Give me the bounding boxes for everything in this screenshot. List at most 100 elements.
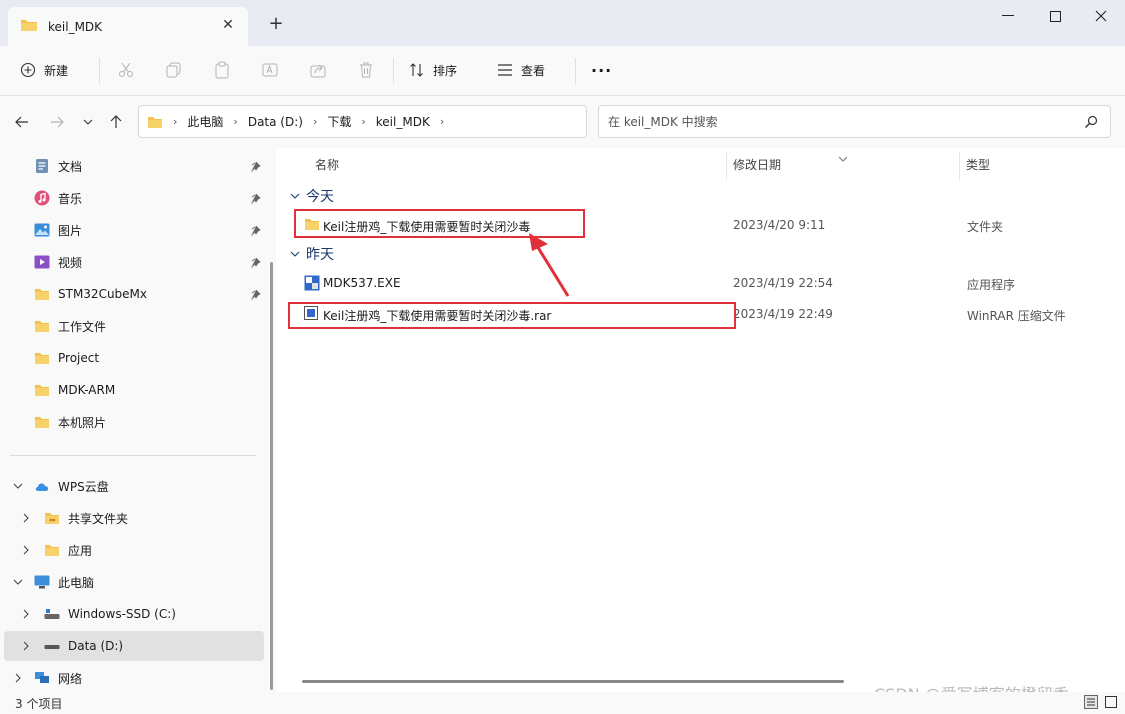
details-view-icon[interactable] xyxy=(1084,695,1098,712)
sidebar-item-label: 共享文件夹 xyxy=(68,511,129,526)
music-icon xyxy=(34,190,50,206)
sidebar-item-label: 此电脑 xyxy=(58,575,95,590)
copy-icon xyxy=(165,61,183,79)
rename-button[interactable] xyxy=(261,55,279,85)
chevron-right-icon[interactable]: › xyxy=(440,115,444,128)
pin-icon[interactable] xyxy=(250,257,261,271)
search-box[interactable] xyxy=(598,105,1111,138)
share-button[interactable] xyxy=(309,55,327,85)
sidebar-item-label: Data (D:) xyxy=(68,639,124,653)
divider xyxy=(393,58,394,84)
sidebar-scrollbar[interactable] xyxy=(270,262,273,690)
minimize-button[interactable] xyxy=(988,6,1028,26)
sidebar-item-documents[interactable]: 文档 xyxy=(34,151,266,181)
picture-icon xyxy=(34,222,50,238)
sidebar-item-pictures[interactable]: 图片 xyxy=(34,215,266,245)
breadcrumb-data-d[interactable]: Data (D:) xyxy=(248,115,303,129)
chevron-right-icon[interactable]: › xyxy=(233,115,237,128)
folder-icon xyxy=(34,414,50,430)
folder-icon xyxy=(34,318,50,334)
sidebar-item-videos[interactable]: 视频 xyxy=(34,247,266,277)
paste-button[interactable] xyxy=(213,55,231,85)
command-bar: 新建 排序 查看 ··· xyxy=(0,46,1125,96)
scissors-icon xyxy=(117,61,135,79)
item-count: 3 个项目 xyxy=(15,697,63,711)
sidebar-item-network[interactable]: 网络 xyxy=(4,663,266,693)
sort-button[interactable]: 排序 xyxy=(409,55,457,85)
back-button[interactable] xyxy=(12,112,32,132)
tab-close-icon[interactable]: ✕ xyxy=(220,17,236,33)
search-icon[interactable] xyxy=(1084,115,1098,132)
horizontal-scrollbar[interactable] xyxy=(302,680,844,683)
chevron-right-icon[interactable]: › xyxy=(361,115,365,128)
sidebar-item-label: Windows-SSD (C:) xyxy=(68,607,176,621)
cloud-icon xyxy=(34,478,50,494)
recent-locations-button[interactable] xyxy=(78,112,98,132)
tab-keil-mdk[interactable]: keil_MDK ✕ xyxy=(8,7,248,46)
more-options-button[interactable]: ··· xyxy=(591,55,612,85)
network-icon xyxy=(34,670,50,686)
sort-label: 排序 xyxy=(433,63,458,78)
navigation-pane: 文档 音乐 图片 视频 STM32CubeMx 工作文件 Project MDK… xyxy=(0,148,276,692)
forward-button[interactable] xyxy=(47,112,67,132)
breadcrumb-downloads[interactable]: 下载 xyxy=(327,113,351,130)
copy-button[interactable] xyxy=(165,55,183,85)
trash-icon xyxy=(357,61,375,79)
rename-icon xyxy=(261,61,279,79)
chevron-right-icon[interactable] xyxy=(12,672,24,684)
close-window-button[interactable] xyxy=(1081,6,1121,26)
sidebar-item-wps-cloud[interactable]: WPS云盘 xyxy=(4,471,266,501)
new-tab-button[interactable]: + xyxy=(266,14,286,34)
sidebar-item-label: 视频 xyxy=(58,255,83,270)
tab-label: keil_MDK xyxy=(48,19,103,34)
annotation-arrow xyxy=(529,233,570,297)
sidebar-item-label: 本机照片 xyxy=(58,415,107,430)
sidebar-item-label: 音乐 xyxy=(58,191,83,206)
folder-icon xyxy=(34,382,50,398)
pin-icon[interactable] xyxy=(250,289,261,303)
new-button[interactable]: 新建 xyxy=(20,55,68,85)
sidebar-item-project[interactable]: Project xyxy=(34,343,266,373)
sidebar-item-music[interactable]: 音乐 xyxy=(34,183,266,213)
view-label: 查看 xyxy=(521,63,546,78)
folder-icon xyxy=(44,542,60,558)
chevron-down-icon[interactable] xyxy=(12,480,24,492)
sidebar-item-windows-ssd-c[interactable]: Windows-SSD (C:) xyxy=(4,599,266,629)
sidebar-item-label: 文档 xyxy=(58,159,83,174)
chevron-right-icon[interactable] xyxy=(20,544,32,556)
sidebar-item-label: 工作文件 xyxy=(58,319,107,334)
search-input[interactable] xyxy=(599,106,1069,137)
pin-icon[interactable] xyxy=(250,225,261,239)
drive-icon xyxy=(44,638,60,654)
delete-button[interactable] xyxy=(357,55,375,85)
chevron-right-icon[interactable]: › xyxy=(313,115,317,128)
sidebar-item-label: STM32CubeMx xyxy=(58,287,148,301)
sidebar-item-label: 网络 xyxy=(58,671,83,686)
sidebar-item-shared-folder[interactable]: 共享文件夹 xyxy=(4,503,266,533)
sidebar-item-data-d[interactable]: Data (D:) xyxy=(4,631,264,661)
chevron-right-icon[interactable] xyxy=(20,640,32,652)
pin-icon[interactable] xyxy=(250,193,261,207)
sidebar-item-stm32cubemx[interactable]: STM32CubeMx xyxy=(34,279,266,309)
sidebar-item-apps[interactable]: 应用 xyxy=(4,535,266,565)
maximize-button[interactable] xyxy=(1035,6,1075,26)
up-button[interactable] xyxy=(106,112,126,132)
sidebar-item-label: Project xyxy=(58,351,100,365)
chevron-right-icon[interactable] xyxy=(20,608,32,620)
tiles-view-icon[interactable] xyxy=(1104,695,1118,712)
chevron-right-icon[interactable] xyxy=(20,512,32,524)
chevron-down-icon[interactable] xyxy=(12,576,24,588)
cut-button[interactable] xyxy=(117,55,135,85)
shared-folder-icon xyxy=(44,510,60,526)
sidebar-item-this-pc[interactable]: 此电脑 xyxy=(4,567,266,597)
sidebar-item-mdk-arm[interactable]: MDK-ARM xyxy=(34,375,266,405)
view-button[interactable]: 查看 xyxy=(497,55,545,85)
breadcrumb-keil-mdk[interactable]: keil_MDK xyxy=(376,115,430,129)
sidebar-item-local-photos[interactable]: 本机照片 xyxy=(34,407,266,437)
sidebar-item-work-files[interactable]: 工作文件 xyxy=(34,311,266,341)
video-icon xyxy=(34,254,50,270)
title-bar: keil_MDK ✕ + xyxy=(0,0,1125,46)
pin-icon[interactable] xyxy=(250,161,261,175)
breadcrumb-this-pc[interactable]: 此电脑 xyxy=(187,113,223,130)
address-bar[interactable]: › 此电脑 › Data (D:) › 下载 › keil_MDK › xyxy=(138,105,711,138)
